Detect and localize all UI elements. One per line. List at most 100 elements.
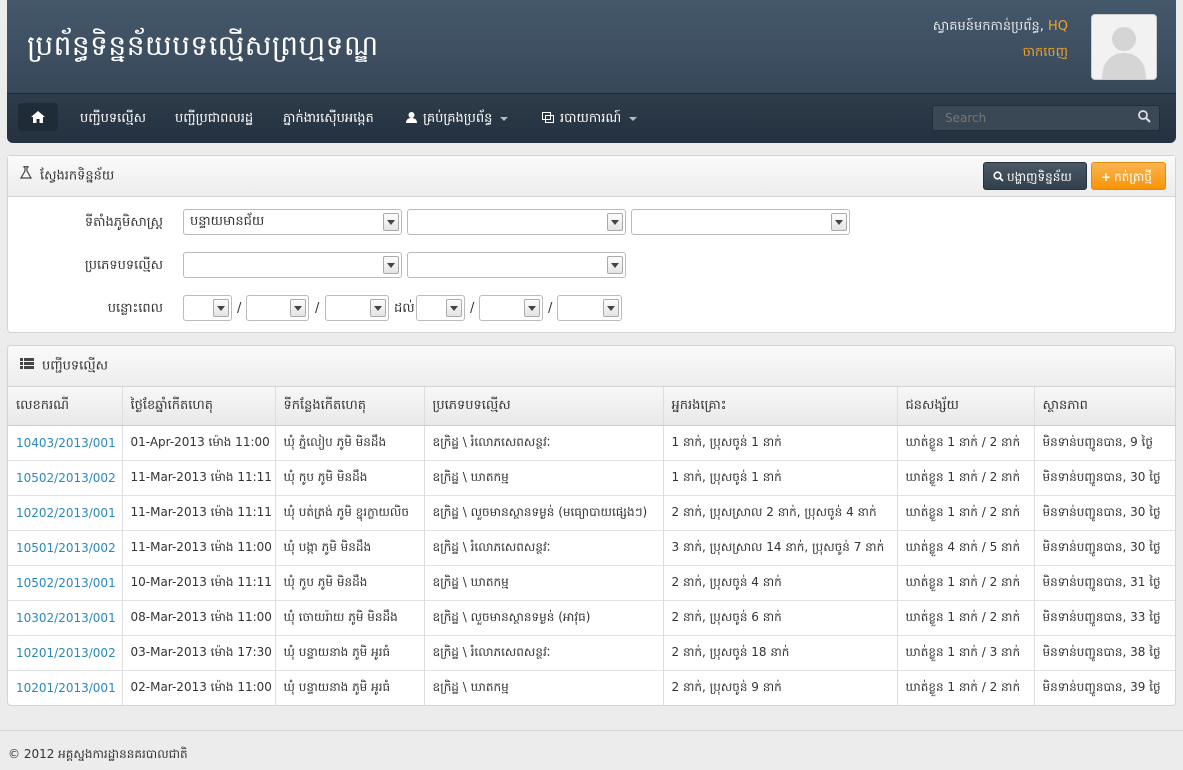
from-day-select[interactable] xyxy=(183,295,232,321)
province-select[interactable]: បន្ទាយមានជ័យ xyxy=(183,209,402,235)
table-row[interactable]: 10202/2013/001 11-Mar-2013 ម៉ោង 11:11 ឃុំ … xyxy=(8,495,1175,531)
home-icon xyxy=(31,111,45,123)
case-number-link[interactable]: 10403/2013/001 xyxy=(16,436,116,450)
table-cell: ឃុំ បង្កា ភូមិ មិនដឹង xyxy=(275,530,425,566)
date-separator: / xyxy=(548,301,553,316)
table-row[interactable]: 10501/2013/002 11-Mar-2013 ម៉ោង 11:00 ឃុំ … xyxy=(8,530,1175,566)
table-cell: 10302/2013/001 xyxy=(8,600,123,636)
footer-text: © 2012 អគ្គស្នងការដ្ឋាននគរបាលជាតិ xyxy=(8,747,188,761)
date-separator: / xyxy=(470,301,475,316)
case-number-link[interactable]: 10201/2013/002 xyxy=(16,646,116,660)
table-cell: ឧក្រិដ្ឋ \ លួចមានស្ថានទម្ងន់ (អាវុធ) xyxy=(424,600,664,636)
case-number-link[interactable]: 10502/2013/001 xyxy=(16,576,116,590)
case-number-link[interactable]: 10502/2013/002 xyxy=(16,471,116,485)
table-row[interactable]: 10302/2013/001 08-Mar-2013 ម៉ោង 11:00 ឃុំ … xyxy=(8,600,1175,636)
table-cell: 10201/2013/001 xyxy=(8,670,123,705)
table-cell: 10403/2013/001 xyxy=(8,425,123,461)
table-cell: 2 នាក់, ប្រុសចូន់ 9 នាក់ xyxy=(663,670,898,705)
home-button[interactable] xyxy=(18,103,58,131)
chevron-down-icon xyxy=(607,213,623,231)
footer-divider xyxy=(0,730,1183,731)
table-row[interactable]: 10403/2013/001 01-Apr-2013 ម៉ោង 11:00 ឃុំ … xyxy=(8,425,1175,461)
chevron-down-icon xyxy=(500,116,509,121)
column-header[interactable]: ថ្ងៃខែឆ្នាំកើតហេតុ xyxy=(122,387,276,426)
table-header-row: លេខករណី ថ្ងៃខែឆ្នាំកើតហេតុ ទីកន្លែងកើតហេ… xyxy=(8,387,1175,426)
date-separator: / xyxy=(315,301,320,316)
nav-label: របាយការណ៍ xyxy=(560,111,622,126)
case-number-link[interactable]: 10202/2013/001 xyxy=(16,506,116,520)
table-cell: 3 នាក់, ប្រុសស្រាល 14 នាក់, ប្រុសចូន់ 7 … xyxy=(663,530,898,566)
nav-item-crime-list[interactable]: បញ្ជីបទល្មើស xyxy=(80,94,146,143)
search-icon[interactable] xyxy=(1138,110,1151,123)
crime-type-row: ប្រភេទបទល្មើស xyxy=(8,252,1175,282)
avatar[interactable] xyxy=(1091,14,1157,80)
table-cell: ឃាត់ខ្លួន 4 នាក់ / 5 នាក់ xyxy=(897,530,1035,566)
chevron-down-icon xyxy=(629,116,638,121)
search-input[interactable] xyxy=(943,110,1127,126)
table-cell: 11-Mar-2013 ម៉ោង 11:00 xyxy=(122,530,276,566)
chevron-down-icon xyxy=(383,256,399,274)
nav-label: បញ្ជីប្រជាពលរដ្ឋ xyxy=(175,111,254,126)
case-number-link[interactable]: 10501/2013/002 xyxy=(16,541,116,555)
nav-item-system-admin[interactable]: គ្រប់គ្រងប្រព័ន្ធ xyxy=(406,94,509,143)
case-number-link[interactable]: 10201/2013/001 xyxy=(16,681,116,695)
table-row[interactable]: 10201/2013/001 02-Mar-2013 ម៉ោង 11:00 ឃុំ … xyxy=(8,670,1175,705)
logout-link[interactable]: ចាកចេញ xyxy=(933,40,1068,66)
nav-label: បញ្ជីបទល្មើស xyxy=(80,111,147,126)
table-cell: ឃាត់ខ្លួន 1 នាក់ / 2 នាក់ xyxy=(897,565,1035,601)
nav-item-investigators[interactable]: ភ្នាក់ងារស៊ើបអង្កេត xyxy=(283,94,374,143)
table-cell: មិនទាន់បញ្ជូនបាន, 30 ថ្ងៃ xyxy=(1034,530,1175,566)
user-silhouette-icon xyxy=(1092,15,1156,79)
table-cell: ឃុំ បន្ទាយនាង ភូមិ អូរធំ xyxy=(275,670,425,705)
from-year-select[interactable] xyxy=(325,295,389,321)
table-cell: ឃាត់ខ្លួន 1 នាក់ / 2 នាក់ xyxy=(897,425,1035,461)
nav-item-reports[interactable]: របាយការណ៍ xyxy=(542,94,638,143)
chevron-down-icon xyxy=(603,299,619,317)
crime-category-select[interactable] xyxy=(183,252,402,278)
from-month-select[interactable] xyxy=(246,295,309,321)
column-header[interactable]: ទីកន្លែងកើតហេតុ xyxy=(275,387,425,426)
show-data-button[interactable]: បង្ហាញទិន្នន័យ xyxy=(983,162,1087,190)
table-cell: ឃាត់ខ្លួន 1 នាក់ / 2 នាក់ xyxy=(897,670,1035,705)
to-day-select[interactable] xyxy=(416,295,465,321)
table-cell: ឃុំ បត់ត្រង់ ភូមិ ខ្នុរក្លាយលិច xyxy=(275,495,425,531)
column-header[interactable]: ប្រភេទបទល្មើស xyxy=(424,387,664,426)
table-cell: 2 នាក់, ប្រុសចូន់ 4 នាក់ xyxy=(663,565,898,601)
district-select[interactable] xyxy=(407,209,626,235)
table-cell: ឧក្រិដ្ឋ \ រំលោភសេពសន្ថវៈ xyxy=(424,530,664,566)
table-row[interactable]: 10502/2013/001 10-Mar-2013 ម៉ោង 11:11 ឃុំ … xyxy=(8,565,1175,601)
chevron-down-icon xyxy=(213,299,229,317)
period-row: បន្លោះពេល / / ដល់ / / xyxy=(8,295,1175,325)
table-cell: មិនទាន់បញ្ជូនបាន, 33 ថ្ងៃ xyxy=(1034,600,1175,636)
chevron-down-icon xyxy=(446,299,462,317)
report-icon xyxy=(542,112,554,123)
column-header[interactable]: លេខករណី xyxy=(8,387,123,426)
table-cell: 1 នាក់, ប្រុសចូន់ 1 នាក់ xyxy=(663,460,898,496)
to-year-select[interactable] xyxy=(557,295,622,321)
column-header[interactable]: ស្ថានភាព xyxy=(1034,387,1175,426)
crime-table: លេខករណី ថ្ងៃខែឆ្នាំកើតហេតុ ទីកន្លែងកើតហេ… xyxy=(8,387,1175,705)
table-cell: ឃុំ កូប ភូមិ មិនដឹង xyxy=(275,565,425,601)
add-record-button[interactable]: + កត់ត្រាថ្មី xyxy=(1091,162,1166,190)
table-cell: 10501/2013/002 xyxy=(8,530,123,566)
nav-item-citizen-list[interactable]: បញ្ជីប្រជាពលរដ្ឋ xyxy=(175,94,253,143)
chevron-down-icon xyxy=(290,299,306,317)
table-cell: ឧក្រិដ្ឋ \ ឃាតកម្ម xyxy=(424,565,664,601)
nav-label: ភ្នាក់ងារស៊ើបអង្កេត xyxy=(283,111,374,126)
column-header[interactable]: អ្នករងគ្រោះ xyxy=(663,387,898,426)
table-cell: 2 នាក់, ប្រុសចូន់ 18 នាក់ xyxy=(663,635,898,671)
column-header[interactable]: ជនសង្ស័យ xyxy=(897,387,1035,426)
crime-subtype-select[interactable] xyxy=(407,252,626,278)
commune-select[interactable] xyxy=(631,209,850,235)
table-cell: 2 នាក់, ប្រុសចូន់ 6 នាក់ xyxy=(663,600,898,636)
to-month-select[interactable] xyxy=(479,295,543,321)
app-title: ប្រព័ន្ធទិន្នន័យបទល្មើសព្រហ្មទណ្ឌ xyxy=(27,29,379,62)
case-number-link[interactable]: 10302/2013/001 xyxy=(16,611,116,625)
user-name-link[interactable]: HQ xyxy=(1048,19,1068,34)
chevron-down-icon xyxy=(524,299,540,317)
table-cell: 08-Mar-2013 ម៉ោង 11:00 xyxy=(122,600,276,636)
table-cell: ឧក្រិដ្ឋ \ ឃាតកម្ម xyxy=(424,460,664,496)
search-panel-header: ស្វែងរកទិន្នន័យ បង្ហាញទិន្នន័យ + កត់ត្រាថ… xyxy=(8,156,1175,197)
table-row[interactable]: 10502/2013/002 11-Mar-2013 ម៉ោង 11:11 ឃុំ … xyxy=(8,460,1175,496)
table-row[interactable]: 10201/2013/002 03-Mar-2013 ម៉ោង 17:30 ឃុំ … xyxy=(8,635,1175,671)
